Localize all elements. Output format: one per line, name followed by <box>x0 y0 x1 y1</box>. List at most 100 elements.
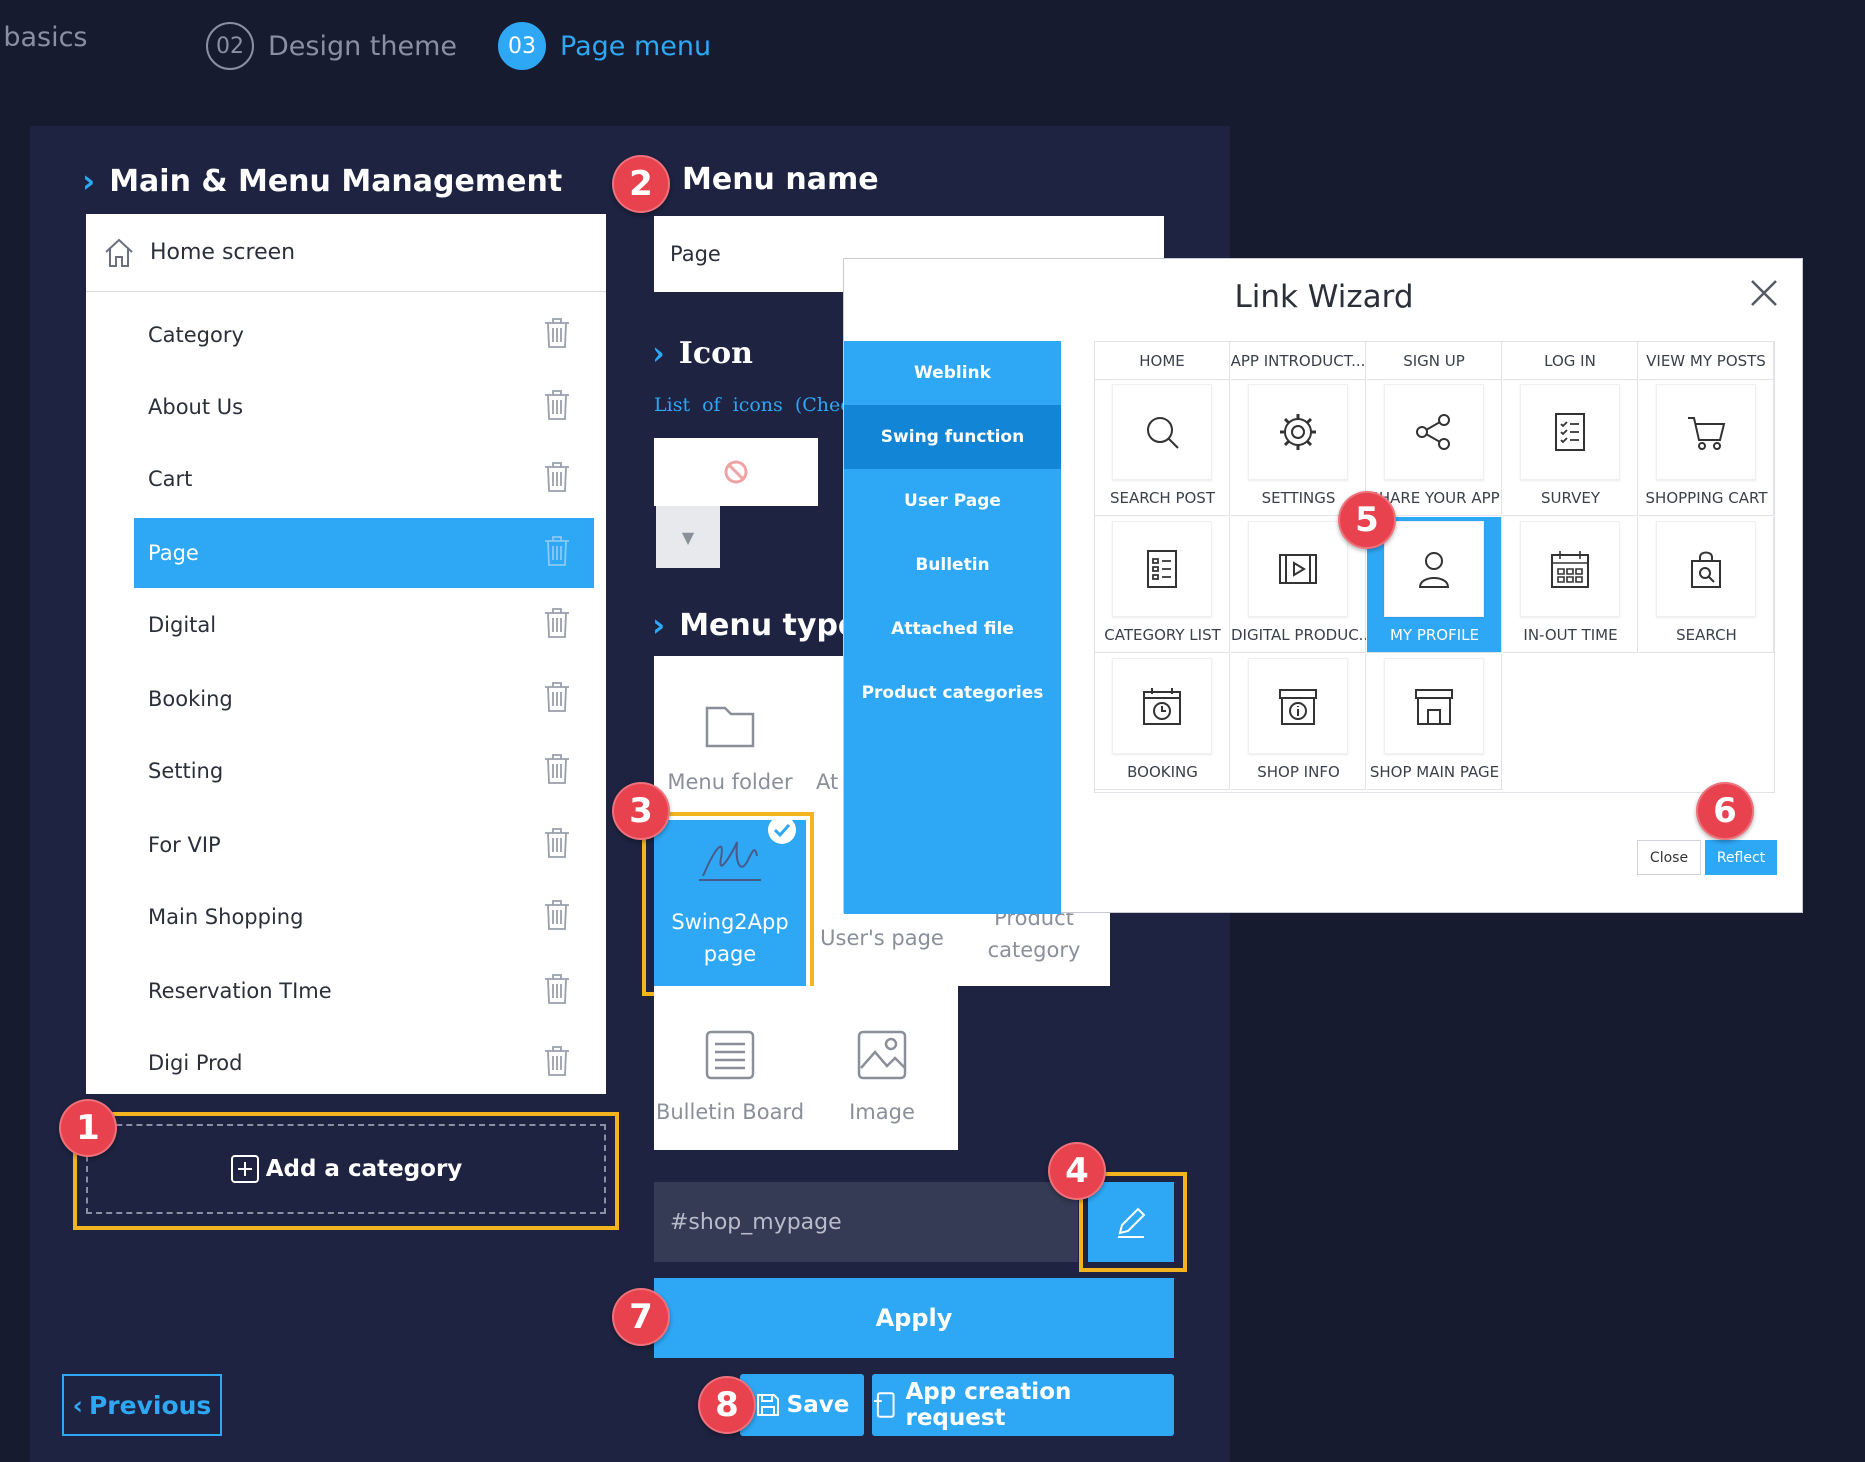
trash-icon[interactable] <box>542 316 572 350</box>
delete-button[interactable] <box>542 606 572 645</box>
wizard-grid-cell[interactable]: SHOPPING CART <box>1639 380 1774 516</box>
wizard-grid-cell[interactable]: CATEGORY LIST <box>1095 517 1230 653</box>
wizard-grid-cell-label: DIGITAL PRODUC... <box>1231 626 1366 644</box>
wizard-tab[interactable]: Swing function <box>844 405 1061 469</box>
wizard-tab[interactable]: Weblink <box>844 341 1061 405</box>
trash-icon[interactable] <box>542 972 572 1006</box>
trash-icon[interactable] <box>542 898 572 932</box>
wizard-tab[interactable]: User Page <box>844 469 1061 533</box>
menu-item[interactable]: Digi Prod <box>134 1028 594 1098</box>
wizard-grid-cell-label: BOOKING <box>1127 763 1198 781</box>
delete-button[interactable] <box>542 898 572 937</box>
wizard-close-button[interactable]: Close <box>1637 840 1701 875</box>
wizard-grid-header[interactable]: APP INTRODUCT... <box>1231 342 1366 380</box>
link-value-input[interactable]: #shop_mypage <box>654 1182 1078 1262</box>
menu-item[interactable]: Page <box>134 518 594 588</box>
no-icon-icon <box>724 460 748 484</box>
user-icon <box>1384 521 1484 617</box>
icon-preview[interactable] <box>654 438 818 506</box>
delete-button[interactable] <box>542 534 572 573</box>
home-screen-row[interactable]: Home screen <box>86 214 606 292</box>
wizard-grid-cell[interactable]: SETTINGS <box>1231 380 1366 516</box>
share-icon <box>1384 384 1484 480</box>
wizard-grid-cell-label: SHOPPING CART <box>1645 489 1768 507</box>
step-app-basics[interactable]: App basics <box>0 22 88 53</box>
delete-button[interactable] <box>542 388 572 427</box>
menu-type-attached[interactable]: At <box>806 656 844 820</box>
menu-type-title: Menu type <box>679 607 859 643</box>
wizard-grid-cell[interactable]: SEARCH POST <box>1095 380 1230 516</box>
close-icon[interactable] <box>1748 277 1780 309</box>
menu-item[interactable]: Reservation TIme <box>134 956 594 1026</box>
wizard-grid-header[interactable]: SIGN UP <box>1367 342 1502 380</box>
apply-button[interactable]: Apply <box>654 1278 1174 1358</box>
wizard-grid-cell[interactable]: SHOP INFO <box>1231 654 1366 790</box>
trash-icon[interactable] <box>542 826 572 860</box>
menu-type-folder[interactable]: Menu folder <box>654 656 806 820</box>
delete-button[interactable] <box>542 972 572 1011</box>
save-label: Save <box>786 1392 850 1418</box>
menu-item[interactable]: Category <box>134 300 594 370</box>
menu-item[interactable]: For VIP <box>134 810 594 880</box>
step-design-theme[interactable]: 02 Design theme <box>206 22 457 70</box>
menu-item[interactable]: Cart <box>134 444 594 514</box>
chevron-right-icon: › <box>82 162 96 200</box>
wizard-grid-cell[interactable]: IN-OUT TIME <box>1503 517 1638 653</box>
wizard-grid-header[interactable]: VIEW MY POSTS <box>1639 342 1774 380</box>
delete-button[interactable] <box>542 316 572 355</box>
trash-icon[interactable] <box>542 606 572 640</box>
delete-button[interactable] <box>542 680 572 719</box>
step-label: App basics <box>0 22 88 53</box>
trash-icon[interactable] <box>542 752 572 786</box>
trash-icon[interactable] <box>542 534 572 568</box>
trash-icon[interactable] <box>542 1044 572 1078</box>
menu-name-value: Page <box>670 242 721 266</box>
delete-button[interactable] <box>542 1044 572 1083</box>
wizard-grid-cell-label: SHOP INFO <box>1257 763 1340 781</box>
edit-link-button[interactable] <box>1088 1182 1174 1262</box>
add-category-button[interactable]: Add a category <box>86 1124 606 1214</box>
menu-type-heading: › Menu type <box>652 606 858 644</box>
wizard-grid-cell[interactable]: BOOKING <box>1095 654 1230 790</box>
folder-icon <box>705 706 755 748</box>
wizard-grid-cell-label: CATEGORY LIST <box>1104 626 1221 644</box>
icon-heading: › Icon <box>652 334 753 372</box>
menu-item[interactable]: Main Shopping <box>134 882 594 952</box>
save-button[interactable]: Save <box>740 1374 864 1436</box>
delete-button[interactable] <box>542 460 572 499</box>
shop-info-icon <box>1248 658 1348 754</box>
menu-item[interactable]: Booking <box>134 664 594 734</box>
wizard-grid-cell[interactable]: SHOP MAIN PAGE <box>1367 654 1502 790</box>
step-page-menu[interactable]: 03 Page menu <box>498 22 711 70</box>
app-creation-request-button[interactable]: App creation request <box>872 1374 1174 1436</box>
menu-type-label: Menu folder <box>667 770 793 794</box>
trash-icon[interactable] <box>542 460 572 494</box>
menu-item[interactable]: Digital <box>134 590 594 660</box>
menu-item[interactable]: Setting <box>134 736 594 806</box>
trash-icon[interactable] <box>542 388 572 422</box>
wizard-grid-header[interactable]: HOME <box>1095 342 1230 380</box>
wizard-grid-cell[interactable]: SURVEY <box>1503 380 1638 516</box>
step-badge-5: 5 <box>1338 491 1396 549</box>
delete-button[interactable] <box>542 826 572 865</box>
wizard-grid-cell[interactable]: SHARE YOUR APP <box>1367 380 1502 516</box>
chevron-left-icon: ‹ <box>72 1390 83 1420</box>
menu-type-image[interactable]: Image <box>806 986 958 1150</box>
menu-type-label: User's page <box>820 926 944 950</box>
wizard-tab[interactable]: Attached file <box>844 597 1061 661</box>
delete-button[interactable] <box>542 752 572 791</box>
trash-icon[interactable] <box>542 680 572 714</box>
wizard-reflect-button[interactable]: Reflect <box>1705 840 1777 875</box>
icon-dropdown[interactable]: ▼ <box>656 506 720 568</box>
icon-hint: List of icons (Check <box>654 394 863 416</box>
menu-type-label: Image <box>849 1100 915 1124</box>
menu-item[interactable]: About Us <box>134 372 594 442</box>
wizard-tab[interactable]: Bulletin <box>844 533 1061 597</box>
menu-item-label: Main Shopping <box>148 905 304 929</box>
wizard-grid-cell[interactable]: SEARCH <box>1639 517 1774 653</box>
step-badge-4: 4 <box>1048 1142 1106 1200</box>
wizard-grid-header[interactable]: LOG IN <box>1503 342 1638 380</box>
wizard-tab[interactable]: Product categories <box>844 661 1061 725</box>
menu-type-bulletin-board[interactable]: Bulletin Board <box>654 986 806 1150</box>
previous-button[interactable]: ‹ Previous <box>62 1374 222 1436</box>
